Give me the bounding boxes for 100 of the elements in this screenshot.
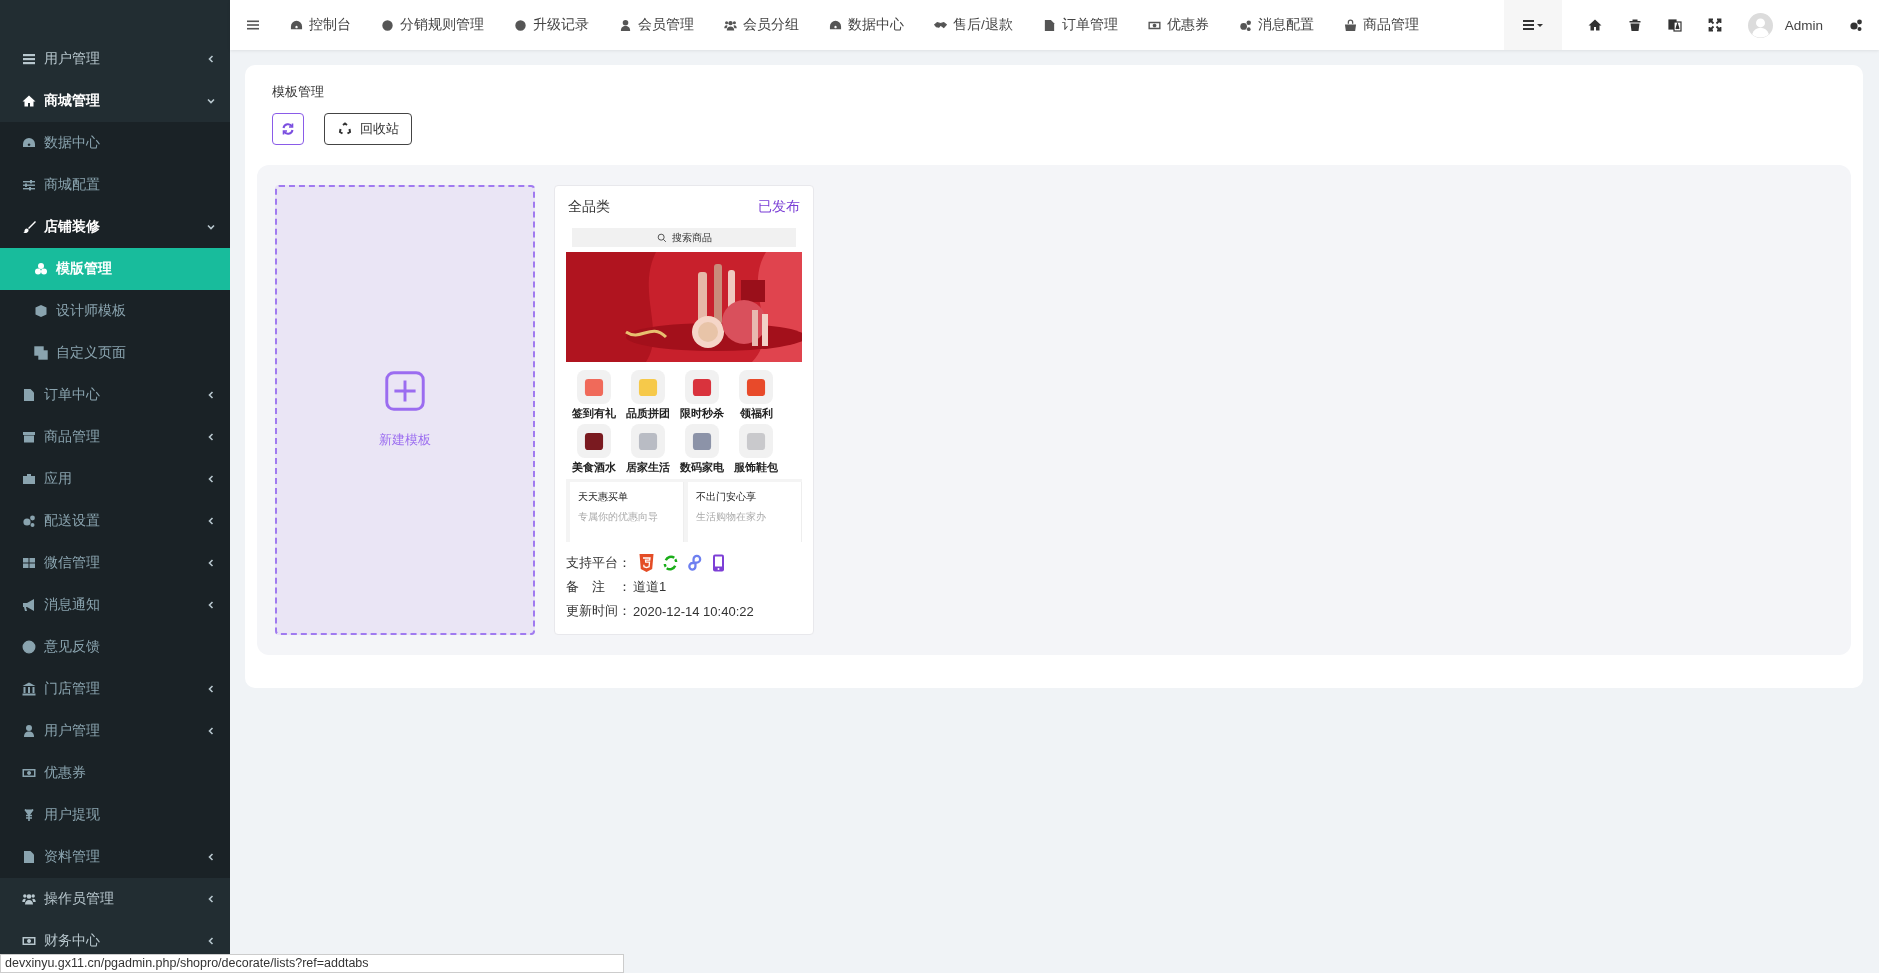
refresh-button[interactable]: [272, 113, 304, 145]
sidebar-item[interactable]: 设计师模板: [0, 290, 230, 332]
translate-icon[interactable]: [1667, 18, 1682, 32]
refresh-icon: [662, 554, 679, 572]
sidebar-item[interactable]: 门店管理: [0, 668, 230, 710]
sidebar-item[interactable]: 订单中心: [0, 374, 230, 416]
category-icon: [685, 370, 719, 404]
shield-icon: [638, 554, 655, 572]
template-card[interactable]: 全品类 已发布 搜索商品 签到有礼 品质拼团 限时秒杀 领福利 美食酒水 居家生活 数码家电 服饰鞋包 天天惠买单 专属你的优惠向导 不出门安心享 生活购物在家办 支持平台： 备 注 ：道道1 更新时间：2020-12-14 10:40:22: [554, 185, 814, 635]
category-label: 服饰鞋包: [734, 460, 778, 475]
file-icon: [22, 388, 36, 402]
sidebar-item[interactable]: 操作员管理: [0, 878, 230, 920]
archive-icon: [22, 430, 36, 444]
category-label: 领福利: [739, 406, 773, 421]
nav-tab[interactable]: 分销规则管理: [381, 16, 484, 34]
sidebar-item[interactable]: 商品管理: [0, 416, 230, 458]
sidebar-item[interactable]: 应用: [0, 458, 230, 500]
cubes-icon: [34, 262, 48, 276]
sidebar-item[interactable]: 自定义页面: [0, 332, 230, 374]
promo-subtitle: 生活购物在家办: [696, 510, 767, 524]
gears-icon[interactable]: [1849, 18, 1863, 32]
sidebar-item[interactable]: 用户管理: [0, 38, 230, 80]
chevron-left-icon: [206, 558, 216, 568]
note-value: 道道1: [633, 578, 667, 596]
nav-tab[interactable]: 数据中心: [829, 16, 904, 34]
sidebar-item[interactable]: 商城配置: [0, 164, 230, 206]
sidebar-item[interactable]: 数据中心: [0, 122, 230, 164]
chevron-down-icon: [206, 96, 216, 106]
search-bar: 搜索商品: [572, 228, 796, 247]
sidebar-item[interactable]: 店铺装修: [0, 206, 230, 248]
category-label: 限时秒杀: [680, 406, 724, 421]
recycle-bin-button[interactable]: 回收站: [324, 113, 412, 145]
category-icon: [631, 424, 665, 458]
sidebar-item[interactable]: 资料管理: [0, 836, 230, 878]
updated-time: 2020-12-14 10:40:22: [633, 603, 754, 619]
gears-icon: [1238, 18, 1252, 32]
dashboard-icon: [22, 136, 36, 150]
sidebar-item[interactable]: 消息通知: [0, 584, 230, 626]
refresh-icon: [281, 122, 295, 136]
category-label: 数码家电: [680, 460, 724, 475]
nav-tab[interactable]: 优惠券: [1147, 16, 1209, 34]
sidebar-item[interactable]: 用户提现: [0, 794, 230, 836]
home-icon: [22, 94, 36, 108]
sidebar-item[interactable]: 优惠券: [0, 752, 230, 794]
user-icon: [22, 724, 36, 738]
category-icon: [631, 370, 665, 404]
status-url-tooltip: devxinyu.gx11.cn/pgadmin.php/shopro/decorate/lists?ref=addtabs: [0, 954, 624, 973]
chevron-down-icon: [206, 222, 216, 232]
sidebar-item[interactable]: 用户管理: [0, 710, 230, 752]
chevron-left-icon: [206, 852, 216, 862]
sidebar-item[interactable]: 意见反馈: [0, 626, 230, 668]
promo-title: 天天惠买单: [578, 490, 629, 504]
nav-tab[interactable]: 商品管理: [1343, 16, 1419, 34]
nav-tab[interactable]: 会员分组: [724, 16, 799, 34]
bag-icon: [1343, 18, 1357, 32]
user-icon: [619, 18, 632, 32]
promo-subtitle: 专属你的优惠向导: [578, 510, 659, 524]
updated-label: 更新时间：: [566, 602, 631, 620]
chevron-left-icon: [206, 390, 216, 400]
megaphone-icon: [22, 598, 36, 612]
nav-tab[interactable]: 订单管理: [1042, 16, 1118, 34]
menu-icon[interactable]: [246, 18, 260, 32]
category-label: 居家生活: [626, 460, 670, 475]
template-status: 已发布: [758, 198, 800, 216]
briefcase-icon: [22, 472, 36, 486]
trash-icon[interactable]: [1627, 18, 1642, 32]
category-icon: [739, 424, 773, 458]
nav-tab[interactable]: 消息配置: [1238, 16, 1314, 34]
bank-icon: [22, 682, 36, 696]
money-icon: [22, 766, 36, 780]
tabs-dropdown-button[interactable]: [1503, 0, 1562, 50]
list-icon: [1521, 18, 1544, 32]
note-label: 备 注 ：: [566, 578, 631, 596]
category-icon: [577, 370, 611, 404]
users-icon: [22, 892, 36, 906]
chevron-left-icon: [206, 516, 216, 526]
category-icon: [577, 424, 611, 458]
file-icon: [1042, 18, 1056, 32]
chevron-left-icon: [206, 432, 216, 442]
chevron-left-icon: [206, 600, 216, 610]
category-icon: [685, 424, 719, 458]
file-icon: [22, 850, 36, 864]
gears-icon: [22, 514, 36, 528]
chevron-left-icon: [206, 894, 216, 904]
circle-icon: [381, 18, 394, 32]
nav-tab[interactable]: 会员管理: [619, 16, 694, 34]
nav-tab[interactable]: 售后/退款: [934, 16, 1013, 34]
link-icon: [686, 554, 703, 572]
chevron-left-icon: [206, 684, 216, 694]
sidebar-item[interactable]: 配送设置: [0, 500, 230, 542]
sidebar-item[interactable]: 微信管理: [0, 542, 230, 584]
sidebar-item[interactable]: 商城管理: [0, 80, 230, 122]
nav-tab[interactable]: 升级记录: [514, 16, 589, 34]
user-name[interactable]: Admin: [1784, 17, 1823, 33]
sliders-icon: [22, 178, 36, 192]
home-icon[interactable]: [1587, 18, 1602, 32]
platforms-label: 支持平台：: [566, 554, 631, 572]
fullscreen-icon[interactable]: [1707, 18, 1722, 32]
chevron-left-icon: [206, 474, 216, 484]
nav-tab[interactable]: 控制台: [290, 16, 351, 34]
